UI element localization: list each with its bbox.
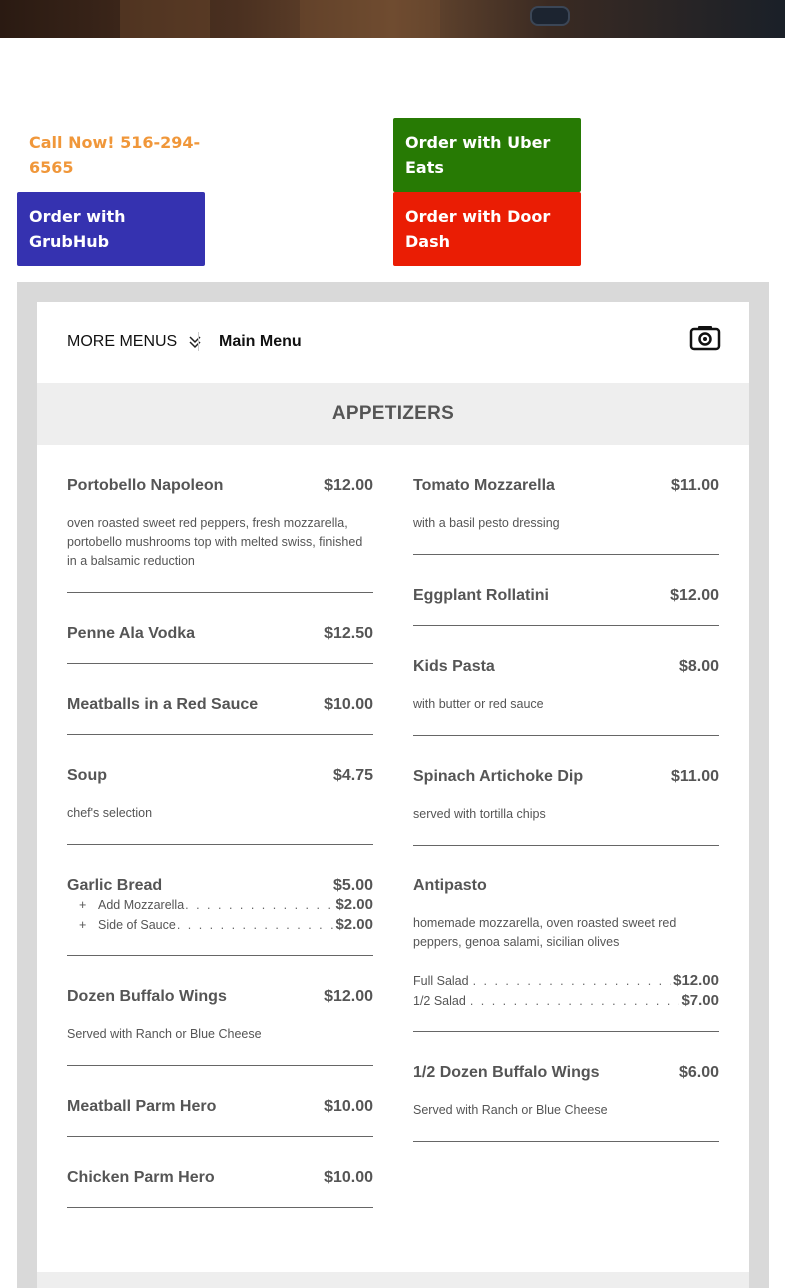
item-description: Served with Ranch or Blue Cheese — [67, 1027, 262, 1041]
menu-frame: MORE MENUS Main Menu APPETIZERS Portobel… — [17, 282, 769, 1288]
item-price: $10.00 — [324, 696, 373, 713]
item-price: $12.50 — [324, 625, 373, 642]
item-name: 1/2 Dozen Buffalo Wings — [413, 1064, 600, 1081]
camera-icon[interactable] — [689, 324, 721, 357]
menu-item[interactable]: Dozen Buffalo Wings $12.00 Served with Ra… — [67, 988, 373, 1066]
item-price: $12.00 — [324, 477, 373, 494]
menu-item[interactable]: Chicken Parm Hero $10.00 — [67, 1169, 373, 1208]
size-label: Full Salad — [413, 974, 469, 988]
menu-item[interactable]: Meatball Parm Hero $10.00 — [67, 1098, 373, 1137]
menu-item[interactable]: Eggplant Rollatini $12.00 — [413, 587, 719, 626]
item-addon: + Add Mozzarella. . . . . . . . . . . . .… — [79, 896, 373, 913]
item-description: chef's selection — [67, 806, 153, 820]
item-name: Eggplant Rollatini — [413, 587, 549, 604]
menu-item[interactable]: 1/2 Dozen Buffalo Wings $6.00 Served with… — [413, 1064, 719, 1142]
item-name: Antipasto — [413, 877, 487, 894]
item-price: $10.00 — [324, 1169, 373, 1186]
item-price: $11.00 — [670, 768, 719, 785]
size-price: $7.00 — [681, 992, 719, 1009]
item-name: Soup — [67, 767, 107, 784]
order-grubhub-label: Order with GrubHub — [29, 207, 126, 251]
item-name: Meatballs in a Red Sauce — [67, 696, 259, 713]
item-name: Portobello Napoleon — [67, 477, 224, 494]
item-price: $12.00 — [324, 988, 373, 1005]
addon-price: $2.00 — [335, 916, 373, 933]
order-grubhub-button[interactable]: Order with GrubHub — [17, 192, 205, 266]
menu-item[interactable]: Kids Pasta $8.00 with butter or red sauce — [413, 658, 719, 736]
item-description: oven roasted sweet red peppers, fresh mo… — [67, 516, 363, 568]
hero-banner-image — [0, 0, 785, 38]
item-price: $6.00 — [678, 1064, 719, 1081]
item-name: Meatball Parm Hero — [67, 1098, 217, 1115]
item-name: Dozen Buffalo Wings — [67, 988, 227, 1005]
bottle-graphic — [530, 6, 570, 26]
size-price: $12.00 — [673, 972, 719, 989]
item-size-option: 1/2 Salad. . . . . . . . . . . . . . . .… — [413, 992, 719, 1009]
menu-item[interactable]: Penne Ala Vodka $12.50 — [67, 625, 373, 664]
menu-item[interactable]: Antipasto homemade mozzarella, oven roas… — [413, 877, 719, 1032]
item-name: Penne Ala Vodka — [67, 625, 196, 642]
item-name: Tomato Mozzarella — [413, 477, 555, 494]
call-now-link[interactable]: Call Now! 516-294-6565 — [29, 130, 209, 180]
menu-nav: MORE MENUS Main Menu — [37, 302, 749, 383]
item-description: homemade mozzarella, oven roasted sweet … — [413, 916, 677, 949]
item-price: $11.00 — [670, 477, 719, 494]
menu-item[interactable]: Portobello Napoleon $12.00 oven roasted s… — [67, 477, 373, 593]
item-price: $8.00 — [678, 658, 719, 675]
item-price: $12.00 — [670, 587, 719, 604]
size-label: 1/2 Salad — [413, 994, 466, 1008]
item-addon: + Side of Sauce. . . . . . . . . . . . . … — [79, 916, 373, 933]
item-price: $10.00 — [324, 1098, 373, 1115]
item-name: Chicken Parm Hero — [67, 1169, 215, 1186]
item-description: with a basil pesto dressing — [413, 516, 560, 530]
menu-item[interactable]: Garlic Bread $5.00 + Add Mozzarella. . . .… — [67, 877, 373, 956]
item-name: Garlic Bread — [67, 877, 163, 894]
item-name: Spinach Artichoke Dip — [413, 768, 584, 785]
menu-item[interactable]: Spinach Artichoke Dip $11.00 served with … — [413, 768, 719, 846]
menu-item[interactable]: Meatballs in a Red Sauce $10.00 — [67, 696, 373, 735]
item-description: Served with Ranch or Blue Cheese — [413, 1103, 608, 1117]
item-description: with butter or red sauce — [413, 697, 544, 711]
menu-item[interactable]: Tomato Mozzarella $11.00 with a basil pes… — [413, 477, 719, 555]
menu-card-footer — [37, 1272, 749, 1288]
more-menus-label: MORE MENUS — [67, 333, 178, 350]
main-menu-tab[interactable]: Main Menu — [219, 333, 302, 351]
item-price: $5.00 — [332, 877, 373, 894]
item-size-option: Full Salad. . . . . . . . . . . . . . . … — [413, 972, 719, 989]
order-uber-eats-button[interactable]: Order with Uber Eats — [393, 118, 581, 192]
item-name: Kids Pasta — [413, 658, 495, 675]
addon-label: Side of Sauce — [98, 918, 176, 932]
menu-item[interactable]: Soup $4.75 chef's selection — [67, 767, 373, 845]
addon-label: Add Mozzarella — [98, 898, 185, 912]
order-doordash-button[interactable]: Order with Door Dash — [393, 192, 581, 266]
nav-divider — [198, 332, 199, 351]
item-description: served with tortilla chips — [413, 807, 546, 821]
menu-card: MORE MENUS Main Menu APPETIZERS Portobel… — [37, 302, 749, 1288]
double-chevron-down-icon — [189, 335, 201, 349]
more-menus-dropdown[interactable]: MORE MENUS — [67, 333, 201, 351]
addon-price: $2.00 — [335, 896, 373, 913]
item-price: $4.75 — [332, 767, 373, 784]
section-title: APPETIZERS — [37, 383, 749, 445]
